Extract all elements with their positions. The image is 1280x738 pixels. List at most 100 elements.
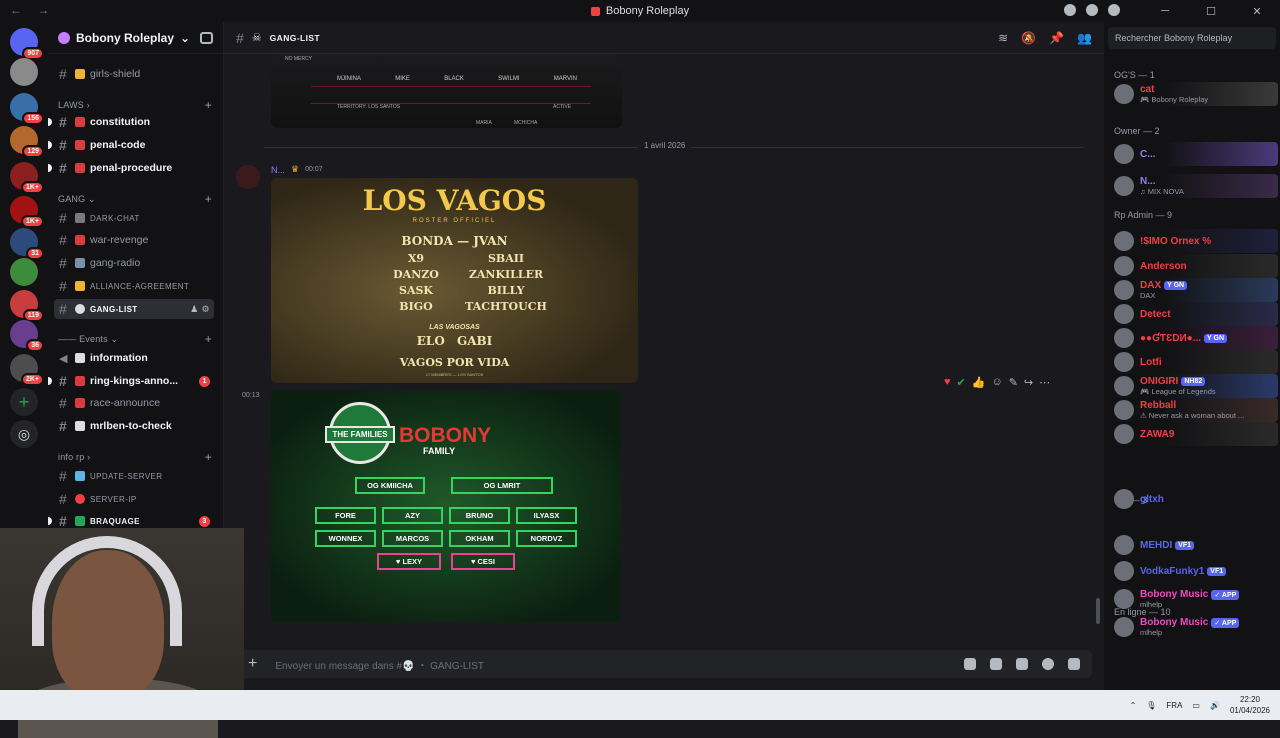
avatar[interactable] (1114, 84, 1134, 104)
explore-icon[interactable]: ◎ (10, 420, 38, 448)
emoji-picker-icon[interactable] (1042, 658, 1054, 670)
server-icon[interactable]: 1K+ (10, 196, 44, 228)
member-row[interactable]: gltxh (1114, 487, 1278, 511)
avatar[interactable] (1114, 424, 1134, 444)
gift-icon[interactable] (964, 658, 976, 670)
volume-icon[interactable]: 🔊 (1210, 701, 1220, 710)
avatar[interactable] (1114, 617, 1134, 637)
member-row[interactable]: Anderson (1114, 254, 1278, 278)
add-member-icon[interactable] (200, 31, 213, 44)
search-input[interactable]: Rechercher Bobony Roleplay (1108, 27, 1276, 49)
channel-server-ip[interactable]: # SERVER-IP (54, 489, 214, 509)
avatar[interactable] (1114, 589, 1134, 609)
microphone-icon[interactable]: 🎙 (1146, 701, 1156, 710)
avatar[interactable] (1114, 352, 1134, 372)
member-row[interactable]: N... ♫ MIX NOVA (1114, 174, 1278, 198)
member-row[interactable]: cat 🎮 Bobony Roleplay (1114, 82, 1278, 106)
nav-arrows[interactable]: ← → (10, 3, 55, 17)
check-reaction[interactable]: ✔ (957, 376, 966, 389)
server-icon[interactable]: 119 (10, 290, 44, 322)
channel-information[interactable]: ◀ information (54, 348, 214, 368)
server-icon[interactable]: 129 (10, 126, 44, 158)
server-icon[interactable]: 1K+ (10, 162, 44, 194)
member-row[interactable]: DAX Y GN DAX (1114, 278, 1278, 302)
server-icon[interactable]: 156 (10, 93, 44, 125)
member-row[interactable]: Rebball ⚠ Never ask a woman about ... (1114, 398, 1278, 422)
members-icon[interactable]: 👥 (1077, 31, 1092, 45)
add-channel-icon[interactable]: + (205, 332, 212, 346)
channel-penal-code[interactable]: # penal-code (54, 135, 214, 155)
avatar[interactable] (1114, 231, 1134, 251)
scrollbar-thumb[interactable] (1096, 598, 1100, 624)
heart-reaction[interactable]: ♥ (944, 376, 951, 388)
channel-mrlben-to-check[interactable]: # mrlben-to-check (54, 416, 214, 436)
channel-update-server[interactable]: # UPDATE-SERVER (54, 466, 214, 486)
server-folder[interactable]: 2K+ (10, 354, 44, 386)
member-row[interactable]: VodkaFunky1 VF1 (1114, 559, 1278, 583)
member-row[interactable]: Detect (1114, 302, 1278, 326)
avatar[interactable] (1114, 561, 1134, 581)
language-indicator[interactable]: FRA (1166, 701, 1182, 710)
member-row[interactable]: MEHDI VF1 (1114, 533, 1278, 557)
server-icon[interactable]: 31 (10, 228, 44, 260)
category-gang[interactable]: GANG ⌄ + (58, 192, 214, 206)
threads-icon[interactable]: ≋ (998, 31, 1008, 45)
avatar[interactable] (1114, 489, 1134, 509)
category-events[interactable]: —— Events ⌄ + (58, 332, 214, 346)
network-icon[interactable]: ▭ (1192, 701, 1200, 710)
message-author[interactable]: N... (271, 165, 285, 175)
member-row[interactable]: C... (1114, 142, 1278, 166)
member-row[interactable]: ZAWA9 (1114, 422, 1278, 446)
clock[interactable]: 22:20 01/04/2026 (1230, 694, 1270, 716)
channel-alliance-agreement[interactable]: # ALLIANCE-AGREEMENT (54, 276, 214, 296)
category-info-rp[interactable]: info rp › + (58, 450, 214, 464)
los-vagos-image[interactable]: LOS VAGOS ROSTER OFFICIEL BONDA — JVAN X… (271, 178, 638, 383)
help-icon[interactable] (1064, 4, 1076, 16)
channel-war-revenge[interactable]: # war-revenge (54, 230, 214, 250)
member-row[interactable]: ONIGIRI NH82 🎮 League of Legends (1114, 374, 1278, 398)
channel-gang-list[interactable]: # GANG-LIST ♟ ⚙ (54, 299, 214, 319)
channel-settings-icon[interactable]: ♟ ⚙ (190, 304, 210, 315)
forward-icon[interactable]: ↪ (1024, 376, 1033, 389)
channel-dark-chat[interactable]: # DARK-CHAT (54, 208, 214, 228)
member-row[interactable]: ●●ƓƬƐDИ●... Y GN (1114, 326, 1278, 350)
avatar[interactable] (1114, 280, 1134, 300)
avatar[interactable] (1114, 304, 1134, 324)
add-channel-icon[interactable]: + (205, 98, 212, 112)
avatar[interactable] (1114, 144, 1134, 164)
tray-chevron-icon[interactable]: ⌃ (1130, 701, 1137, 710)
channel-ring-kings[interactable]: # ring-kings-anno... 1 (54, 371, 214, 391)
home-button[interactable]: 907 (10, 28, 44, 60)
add-reaction-icon[interactable]: ☺ (991, 376, 1002, 388)
avatar[interactable] (1114, 376, 1134, 396)
channel-race-announce[interactable]: # race-announce (54, 393, 214, 413)
sticker-icon[interactable] (1016, 658, 1028, 670)
avatar[interactable] (1114, 256, 1134, 276)
member-row[interactable]: !$IMO Ornex % (1114, 229, 1278, 253)
edit-icon[interactable]: ✎ (1009, 376, 1018, 389)
server-icon[interactable]: 36 (10, 320, 44, 352)
channel-penal-procedure[interactable]: # penal-procedure (54, 158, 214, 178)
gif-icon[interactable] (990, 658, 1002, 670)
add-channel-icon[interactable]: + (205, 450, 212, 464)
message-composer[interactable]: + Envoyer un message dans #💀 ・ GANG-LIST (236, 650, 1092, 678)
category-laws[interactable]: LAWS › + (58, 98, 214, 112)
apps-icon[interactable] (1068, 658, 1080, 670)
more-icon[interactable]: ⋯ (1039, 376, 1050, 389)
inbox-icon[interactable] (1086, 4, 1098, 16)
channel-constitution[interactable]: # constitution (54, 112, 214, 132)
avatar[interactable] (1114, 328, 1134, 348)
maximize-button[interactable]: ☐ (1188, 0, 1234, 22)
minimize-button[interactable]: ─ (1142, 0, 1188, 22)
member-row[interactable]: Lotfi (1114, 350, 1278, 374)
upload-plus-icon[interactable]: + (248, 655, 257, 673)
thumbs-up-reaction[interactable]: 👍 (972, 376, 986, 389)
member-row[interactable]: Bobony Music ✓ APP mlhelp (1114, 587, 1278, 611)
add-channel-icon[interactable]: + (205, 192, 212, 206)
pin-icon[interactable]: 📌 (1049, 31, 1064, 45)
composer-placeholder[interactable]: Envoyer un message dans #💀 ・ GANG-LIST (275, 657, 484, 672)
add-server-icon[interactable]: + (10, 388, 38, 416)
info-icon[interactable] (1108, 4, 1120, 16)
channel-girls-shield[interactable]: # girls-shield (54, 64, 214, 84)
avatar[interactable] (1114, 400, 1134, 420)
